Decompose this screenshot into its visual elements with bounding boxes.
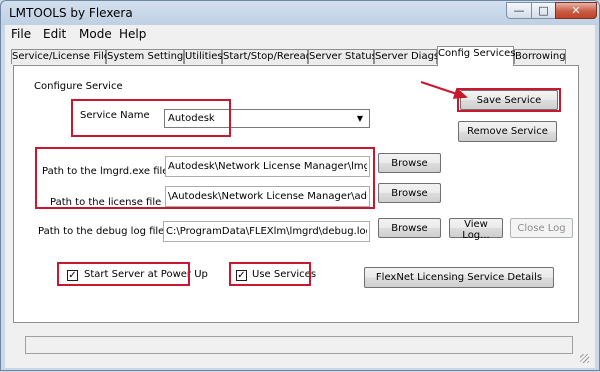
lmtools-window: LMTOOLS by Flexera — □ ✕ File Edit Mode …	[0, 0, 600, 371]
tab-config-services[interactable]: Config Services	[437, 46, 515, 66]
